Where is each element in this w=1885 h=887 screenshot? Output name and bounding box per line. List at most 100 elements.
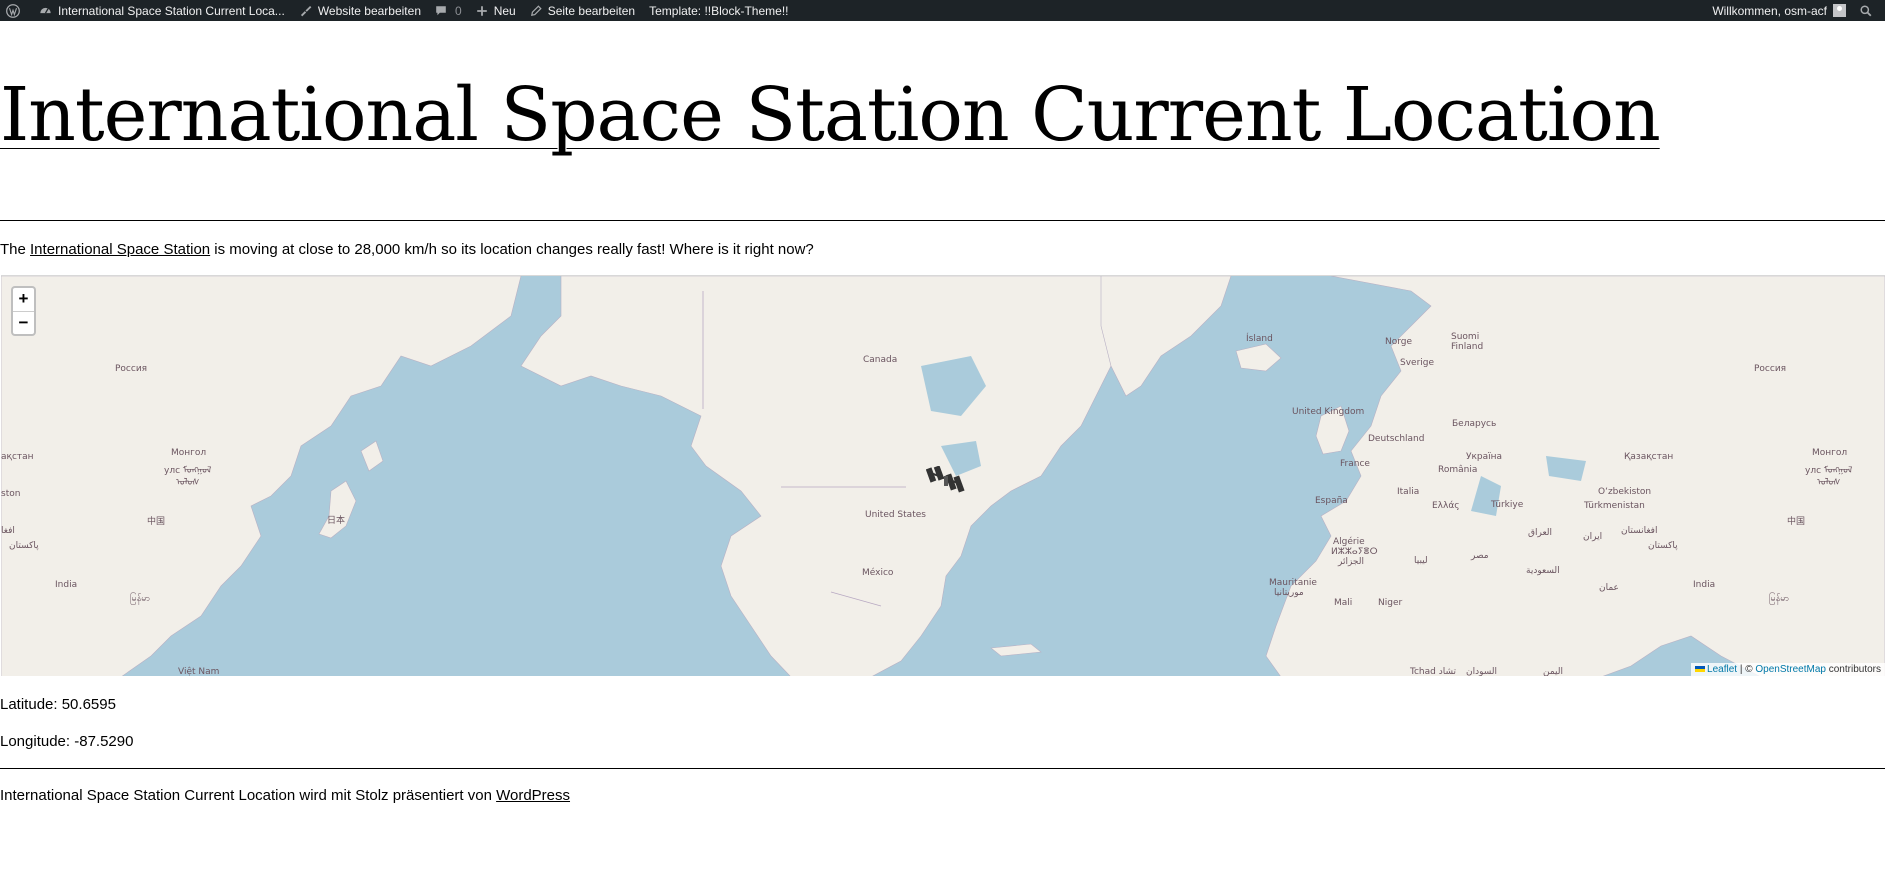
map-label: Tchad تشاد — [1410, 667, 1457, 676]
map-label: Mali — [1334, 598, 1353, 608]
wordpress-link[interactable]: WordPress — [496, 787, 570, 804]
intro-before: The — [0, 241, 31, 258]
map-label: မြန်မာ — [130, 594, 151, 604]
intro-paragraph: The International Space Station is movin… — [0, 240, 814, 260]
map-label: Россия — [1754, 364, 1787, 374]
map-label: Монгол — [171, 448, 207, 458]
map-label: Italia — [1397, 487, 1420, 497]
map-label: Монгол — [1812, 448, 1848, 458]
map-label: Ελλάς — [1432, 501, 1460, 511]
intro-after: is moving at close to 28,000 km/h so its… — [210, 241, 814, 258]
iss-marker-icon[interactable] — [926, 466, 972, 498]
map-label: پاکستان — [9, 541, 39, 551]
leaflet-link[interactable]: Leaflet — [1707, 664, 1737, 675]
separator — [0, 220, 1885, 221]
comments-menu[interactable]: 0 — [428, 0, 469, 21]
map-label: اليمن — [1543, 667, 1564, 676]
attribution-separator: | © — [1737, 664, 1756, 675]
openstreetmap-link[interactable]: OpenStreetMap — [1755, 664, 1826, 675]
template-menu[interactable]: Template: !!Block-Theme!! — [642, 0, 795, 21]
wordpress-icon — [6, 3, 20, 18]
map-label: Deutschland — [1368, 434, 1425, 444]
map-label: ᠤᠯᠤᠰ — [1817, 478, 1841, 488]
map-label: 中国 — [1787, 517, 1806, 527]
map-label: السودان — [1466, 667, 1498, 676]
map-label: Norge — [1385, 337, 1413, 347]
pencil-icon — [530, 4, 542, 16]
map-label: Türkiye — [1491, 500, 1524, 510]
map-label: ston — [1, 489, 21, 499]
map-label: Việt Nam — [178, 667, 220, 676]
map-label: ақстан — [1, 452, 34, 462]
map-label: România — [1438, 465, 1478, 475]
zoom-control: + − — [11, 286, 36, 336]
map-label: العراق — [1528, 528, 1553, 538]
customize-menu[interactable]: Website bearbeiten — [292, 0, 428, 21]
map-label: United Kingdom — [1292, 407, 1365, 417]
map-label: ایران — [1583, 532, 1603, 542]
plus-icon — [476, 5, 487, 16]
edit-page-label: Seite bearbeiten — [547, 3, 636, 18]
map[interactable]: + − Россия Россия Монгол улс ᠮᠣᠩᠭᠣᠯ ᠤᠯᠤᠰ… — [1, 275, 1885, 676]
brush-icon — [300, 5, 312, 17]
latitude-text: Latitude: 50.6595 — [0, 696, 116, 713]
map-label: Ísland — [1246, 334, 1273, 344]
map-label: Suomi — [1451, 332, 1480, 342]
map-label: مصر — [1471, 551, 1489, 561]
longitude-text: Longitude: -87.5290 — [0, 733, 134, 750]
map-label: မြန်မာ — [1769, 594, 1790, 604]
customize-label: Website bearbeiten — [317, 3, 421, 18]
map-label: 中国 — [147, 517, 166, 527]
ukraine-flag-icon — [1695, 666, 1706, 673]
comment-icon — [436, 5, 446, 15]
dashboard-icon — [40, 7, 51, 14]
map-label: Algérie — [1333, 537, 1365, 547]
site-title[interactable]: International Space Station Current Loca… — [0, 78, 1661, 152]
map-label: پاکستان — [1648, 541, 1678, 551]
map-label: India — [55, 580, 78, 590]
zoom-in-button[interactable]: + — [13, 288, 34, 311]
map-label: موريتانيا — [1274, 588, 1304, 598]
site-name-menu[interactable]: International Space Station Current Loca… — [32, 0, 292, 21]
footer-separator — [0, 768, 1885, 769]
wordpress-logo-menu[interactable] — [0, 0, 32, 21]
footer-credit: International Space Station Current Loca… — [0, 787, 570, 804]
map-label: ليبيا — [1414, 556, 1428, 566]
map-label: Россия — [115, 364, 148, 374]
map-label: Mauritanie — [1269, 578, 1317, 588]
map-label: Україна — [1466, 452, 1503, 462]
new-label: Neu — [493, 3, 516, 18]
map-label: Sverige — [1400, 358, 1435, 368]
map-label: Беларусь — [1452, 419, 1497, 429]
avatar — [1833, 4, 1846, 17]
site-name-label: International Space Station Current Loca… — [58, 3, 285, 18]
map-label: عمان — [1599, 583, 1619, 593]
map-attribution: Leaflet | © OpenStreetMap contributors — [1691, 663, 1885, 676]
map-label: France — [1340, 459, 1370, 469]
search-icon — [1860, 4, 1872, 16]
map-label: الجزائر — [1338, 557, 1364, 567]
map-label: ⵍⵣⵣⴰⵢⴻⵔ — [1331, 547, 1378, 557]
map-label: España — [1315, 496, 1348, 506]
new-content-menu[interactable]: Neu — [469, 0, 523, 21]
map-label: Finland — [1451, 342, 1484, 352]
map-label: ᠤᠯᠤᠰ — [176, 478, 200, 488]
map-label: افغا — [1, 526, 15, 536]
comments-count: 0 — [455, 3, 462, 18]
admin-bar: International Space Station Current Loca… — [0, 0, 1885, 21]
map-label: السعودية — [1526, 566, 1560, 576]
map-label: México — [862, 568, 894, 578]
zoom-out-button[interactable]: − — [13, 311, 34, 334]
map-label: 日本 — [327, 516, 346, 526]
map-label: افغانستان — [1621, 526, 1658, 536]
map-label: Canada — [863, 355, 898, 365]
attribution-tail: contributors — [1825, 664, 1881, 675]
map-label: United States — [865, 510, 926, 520]
map-label: Türkmenistan — [1584, 501, 1645, 511]
admin-search[interactable] — [1853, 0, 1885, 21]
edit-page-menu[interactable]: Seite bearbeiten — [523, 0, 642, 21]
footer-text: International Space Station Current Loca… — [0, 787, 497, 804]
map-label: Niger — [1378, 598, 1403, 608]
iss-link[interactable]: International Space Station — [30, 241, 210, 258]
my-account-menu[interactable]: Willkommen, osm-acf — [1705, 0, 1853, 21]
